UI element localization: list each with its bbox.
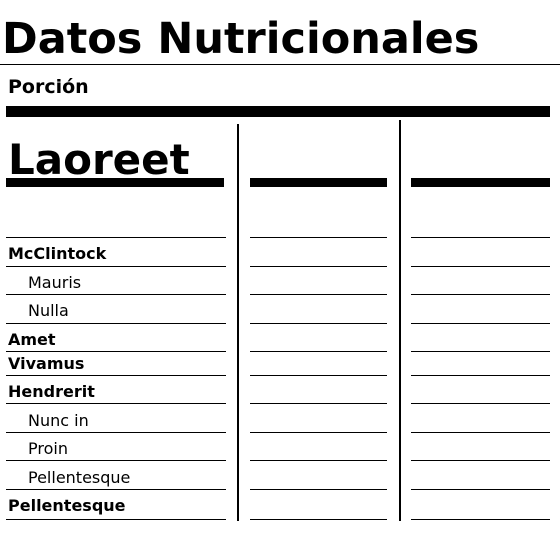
row-divider-col2 — [250, 432, 387, 433]
row-divider-col2 — [250, 519, 387, 520]
row-divider-col2 — [250, 403, 387, 404]
title-divider — [0, 64, 560, 65]
row-divider-col3 — [411, 323, 550, 324]
nutrient-name: Amet — [8, 330, 56, 349]
row-divider-col3 — [411, 489, 550, 490]
label-title: Datos Nutricionales — [2, 14, 480, 64]
column-divider-1 — [237, 124, 239, 521]
column-divider-2 — [399, 120, 401, 521]
nutrient-name: Hendrerit — [8, 382, 95, 401]
row-divider-col2 — [250, 460, 387, 461]
row-divider-col2 — [250, 237, 387, 238]
serving-label: Porción — [8, 76, 89, 98]
thick-divider — [6, 106, 550, 117]
row-divider-col2 — [250, 351, 387, 352]
nutrient-name: Mauris — [28, 273, 82, 292]
row-divider-main — [6, 519, 226, 520]
row-divider-col2 — [250, 375, 387, 376]
row-divider-col3 — [411, 351, 550, 352]
row-divider-col3 — [411, 266, 550, 267]
header-underline-col3 — [411, 178, 550, 187]
row-divider-col3 — [411, 237, 550, 238]
row-divider-main — [6, 323, 226, 324]
row-divider-main — [6, 460, 226, 461]
header-col2 — [250, 132, 386, 172]
row-divider-col3 — [411, 375, 550, 376]
row-divider-main — [6, 432, 226, 433]
nutrient-name: McClintock — [8, 244, 107, 263]
header-underline-col2 — [250, 178, 387, 187]
nutrient-name: Pellentesque — [28, 468, 131, 487]
row-divider-main — [6, 403, 226, 404]
nutrient-name: Proin — [28, 439, 68, 458]
row-divider-col2 — [250, 489, 387, 490]
row-divider-col3 — [411, 460, 550, 461]
row-divider-col3 — [411, 403, 550, 404]
row-divider-col2 — [250, 323, 387, 324]
header-col3 — [412, 132, 548, 172]
row-divider-col3 — [411, 294, 550, 295]
row-divider-col3 — [411, 519, 550, 520]
row-divider-main — [6, 489, 226, 490]
row-divider-col2 — [250, 294, 387, 295]
nutrient-name: Nunc in — [28, 411, 89, 430]
row-divider-col3 — [411, 432, 550, 433]
nutrient-name: Nulla — [28, 301, 69, 320]
row-divider-main — [6, 351, 226, 352]
row-divider-main — [6, 237, 226, 238]
row-divider-col2 — [250, 266, 387, 267]
nutrient-name: Pellentesque — [8, 496, 126, 515]
row-divider-main — [6, 294, 226, 295]
row-divider-main — [6, 266, 226, 267]
header-underline-main — [6, 178, 224, 187]
nutrient-name: Vivamus — [8, 354, 85, 373]
row-divider-main — [6, 375, 226, 376]
